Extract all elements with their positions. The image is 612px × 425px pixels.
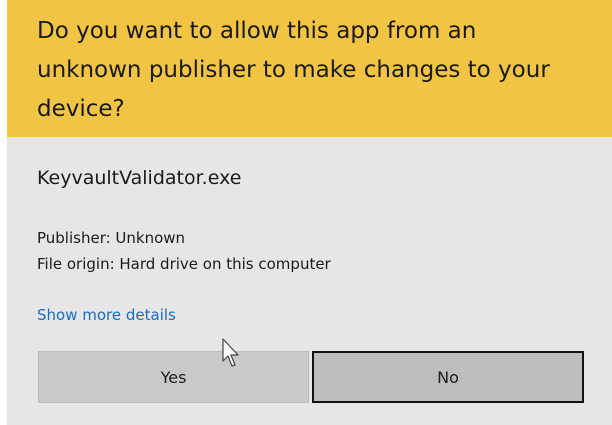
dialog-header: Do you want to allow this app from an un…	[0, 0, 612, 137]
no-button[interactable]: No	[312, 351, 584, 403]
window-left-edge	[0, 0, 7, 425]
file-origin-info: File origin: Hard drive on this computer	[37, 255, 331, 273]
uac-dialog: Do you want to allow this app from an un…	[0, 0, 612, 425]
yes-button-label: Yes	[160, 367, 187, 387]
no-button-label: No	[437, 367, 459, 387]
publisher-info: Publisher: Unknown	[37, 229, 186, 247]
dialog-title: Do you want to allow this app from an un…	[37, 18, 550, 122]
mouse-pointer-icon	[222, 338, 239, 367]
show-more-details-link[interactable]: Show more details	[37, 306, 176, 324]
yes-button[interactable]: Yes	[38, 351, 309, 403]
app-name: KeyvaultValidator.exe	[37, 167, 242, 189]
